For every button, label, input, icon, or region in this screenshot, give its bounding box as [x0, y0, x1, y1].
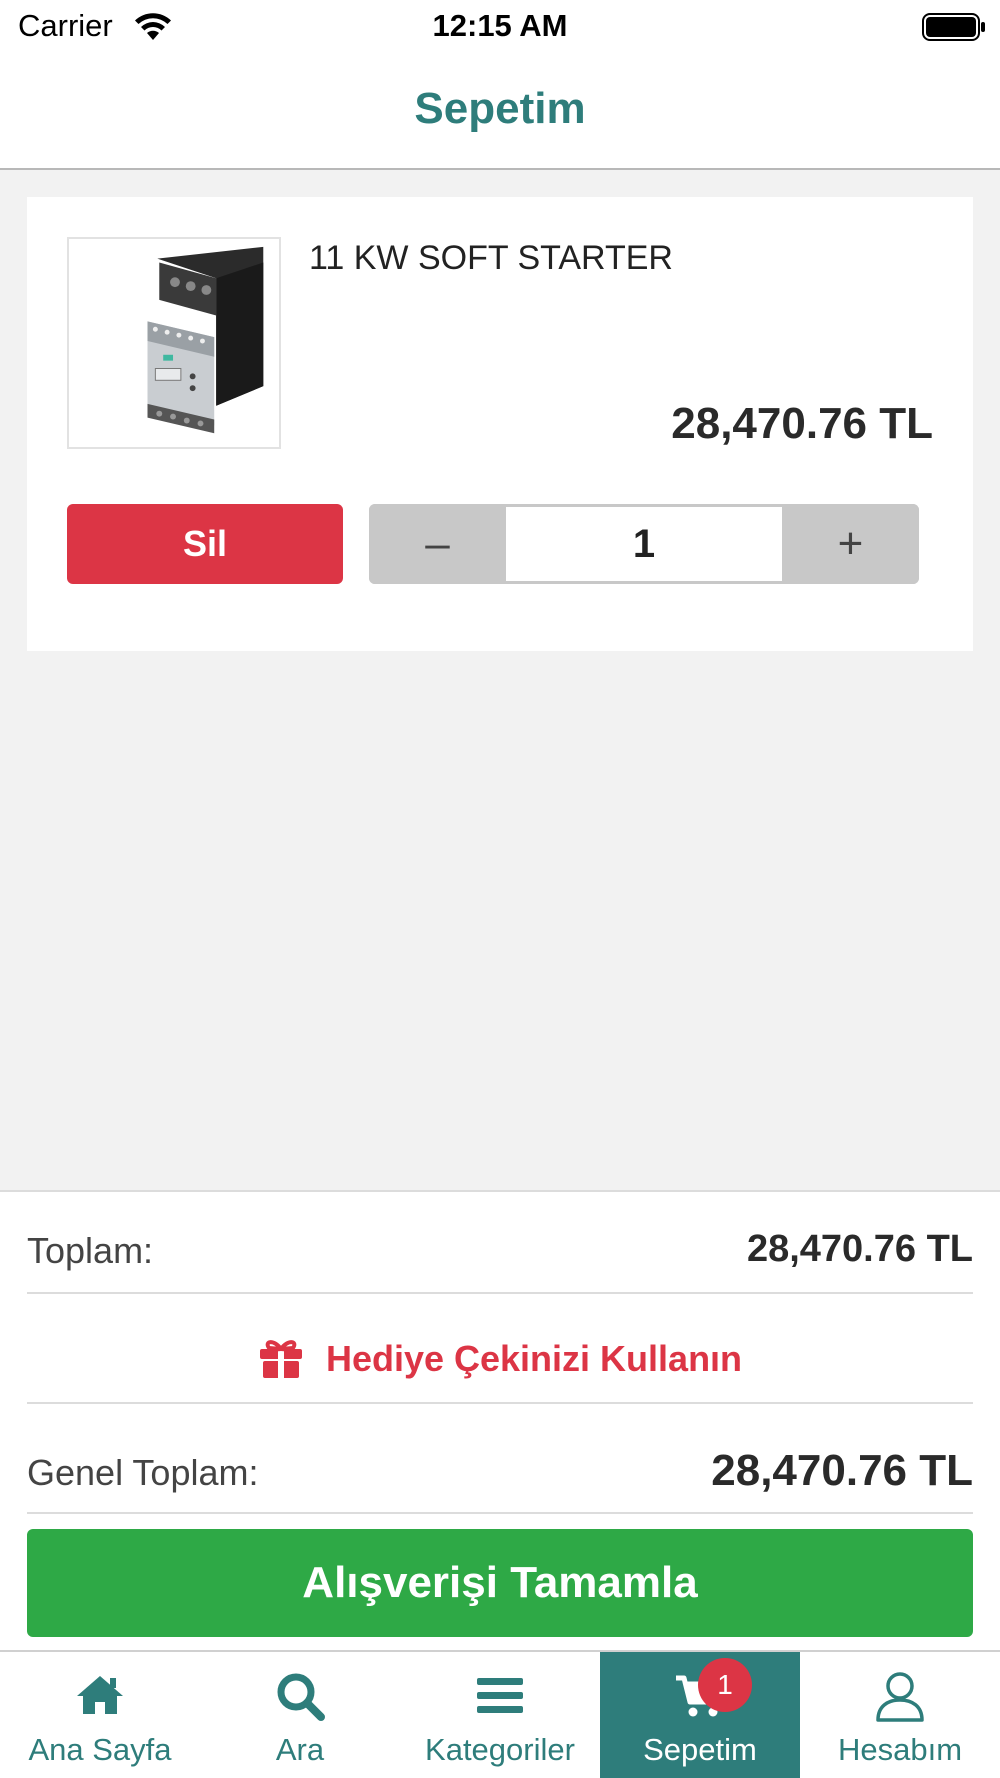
- tab-home-label: Ana Sayfa: [28, 1732, 172, 1767]
- order-summary: Toplam: 28,470.76 TL Hediye Çekinizi Kul…: [0, 1190, 1000, 1650]
- tab-bar: Ana Sayfa Ara Kategoriler 1 Sepetim Hesa…: [0, 1650, 1000, 1778]
- tab-account-label: Hesabım: [837, 1732, 963, 1767]
- tab-search-label: Ara: [275, 1732, 325, 1767]
- subtotal-label: Toplam:: [27, 1230, 154, 1271]
- gift-voucher-button[interactable]: Hediye Çekinizi Kullanın: [0, 1324, 1000, 1394]
- product-name[interactable]: 11 KW SOFT STARTER: [309, 239, 673, 278]
- gift-voucher-label: Hediye Çekinizi Kullanın: [325, 1338, 743, 1379]
- tab-categories-label: Kategoriler: [425, 1732, 575, 1767]
- tab-cart[interactable]: 1 Sepetim: [600, 1652, 800, 1778]
- cart-screen: Carrier 12:15 AM Sepetim 11 KW SOFT STAR…: [0, 0, 1000, 1778]
- grand-total-value: 28,470.76 TL: [711, 1446, 973, 1495]
- cart-item: 11 KW SOFT STARTER 28,470.76 TL Sil – 1 …: [27, 197, 973, 651]
- delete-button[interactable]: Sil: [67, 504, 343, 584]
- decrease-quantity-button[interactable]: –: [369, 504, 506, 584]
- nav-bar: Sepetim: [0, 56, 1000, 170]
- tab-account[interactable]: Hesabım: [800, 1652, 1000, 1778]
- divider: [27, 1512, 973, 1514]
- grand-total-row: Genel Toplam: 28,470.76 TL: [27, 1436, 973, 1506]
- divider: [27, 1402, 973, 1404]
- clock: 12:15 AM: [432, 8, 568, 43]
- subtotal-row: Toplam: 28,470.76 TL: [27, 1222, 973, 1282]
- tab-categories[interactable]: Kategoriler: [400, 1652, 600, 1778]
- checkout-button[interactable]: Alışverişi Tamamla: [27, 1529, 973, 1637]
- tab-home[interactable]: Ana Sayfa: [0, 1652, 200, 1778]
- gift-icon: [259, 1340, 302, 1379]
- soft-starter-image: [147, 246, 264, 434]
- home-icon: [0, 1670, 200, 1722]
- product-price: 28,470.76 TL: [671, 399, 933, 448]
- subtotal-value: 28,470.76 TL: [746, 1228, 973, 1270]
- menu-icon: [400, 1670, 600, 1722]
- product-image[interactable]: [67, 237, 281, 449]
- cart-count-badge: 1: [698, 1658, 752, 1712]
- user-icon: [800, 1670, 1000, 1722]
- quantity-stepper: – 1 +: [369, 504, 919, 584]
- tab-cart-label: Sepetim: [643, 1732, 757, 1767]
- grand-total-label: Genel Toplam:: [27, 1452, 259, 1493]
- status-bar: Carrier 12:15 AM: [0, 0, 1000, 56]
- search-icon: [200, 1670, 400, 1722]
- divider: [27, 1292, 973, 1294]
- battery-icon: [922, 13, 985, 41]
- quantity-value[interactable]: 1: [506, 507, 782, 581]
- page-title: Sepetim: [414, 84, 586, 133]
- tab-search[interactable]: Ara: [200, 1652, 400, 1778]
- increase-quantity-button[interactable]: +: [782, 504, 919, 584]
